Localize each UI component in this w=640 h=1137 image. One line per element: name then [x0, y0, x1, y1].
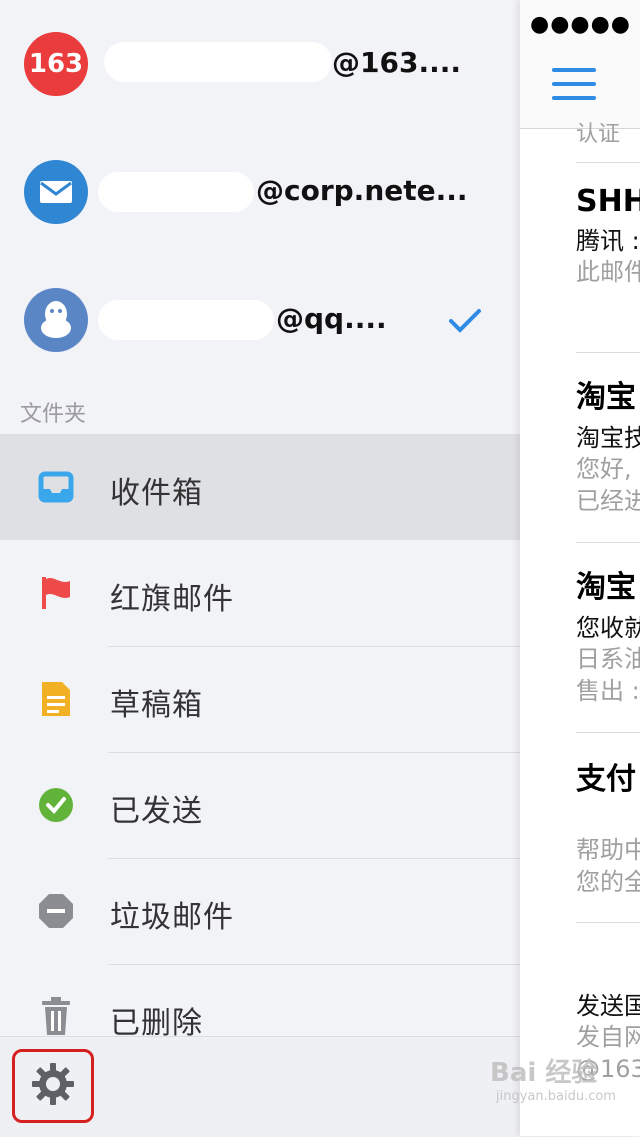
mail-subject: 发送国 — [576, 992, 640, 1020]
divider — [576, 732, 640, 733]
trash-icon — [38, 997, 74, 1035]
divider — [108, 964, 520, 965]
mail-preview: 您好, — [576, 455, 632, 483]
folder-label: 已发送 — [110, 794, 203, 829]
avatar-163: 163 — [24, 32, 88, 96]
account-row-corp[interactable]: @corp.nete... — [0, 128, 520, 256]
mail-sender: 淘宝 — [576, 570, 636, 605]
drawer-bottom-bar — [0, 1036, 520, 1137]
folder-sent[interactable]: 已发送 — [0, 752, 520, 858]
status-bar: ●●●●● 中国 — [530, 6, 640, 38]
redacted-username — [98, 300, 274, 340]
account-email: @corp.nete... — [256, 174, 468, 207]
mail-list-item[interactable]: 支付 帮助中 您的全 — [576, 754, 640, 898]
mail-subject — [576, 800, 640, 834]
mail-list-pane: ●●●●● 中国 认证 SHH 腾讯 : 此邮件 淘宝 淘宝技 您好, 已经进 … — [520, 0, 640, 1136]
folder-inbox[interactable]: 收件箱 — [0, 434, 520, 540]
side-drawer: 163 @163.... @corp.nete... @qq.... 文件夹 收… — [0, 0, 520, 1137]
folder-deleted[interactable]: 已删除 — [0, 966, 520, 1036]
settings-button[interactable] — [12, 1049, 94, 1123]
spam-icon — [38, 893, 74, 929]
folder-label: 红旗邮件 — [110, 582, 234, 617]
divider — [576, 352, 640, 353]
mail-preview: 日系油 — [576, 645, 640, 673]
folder-drafts[interactable]: 草稿箱 — [0, 646, 520, 752]
folders-section-label: 文件夹 — [20, 402, 87, 427]
mail-sender: 淘宝 — [576, 380, 636, 415]
folder-spam[interactable]: 垃圾邮件 — [0, 858, 520, 964]
mail-preview: 发自网 — [576, 1023, 640, 1051]
watermark-brand: Bai 经验 — [490, 1058, 598, 1088]
watermark-url: jingyan.baidu.com — [496, 1089, 616, 1104]
account-email: @163.... — [332, 46, 461, 79]
account-row-qq[interactable]: @qq.... — [0, 256, 520, 384]
baidu-jingyan-watermark: Bai 经验 jingyan.baidu.com — [490, 1052, 616, 1104]
folder-label: 收件箱 — [110, 476, 203, 511]
selected-check-icon — [448, 308, 482, 338]
mail-list-item[interactable]: SHH 腾讯 : 此邮件 — [576, 184, 640, 288]
avatar-163-label: 163 — [28, 49, 84, 79]
divider — [576, 922, 640, 923]
folder-flagged[interactable]: 红旗邮件 — [0, 540, 520, 646]
divider — [576, 162, 640, 163]
mail-sender: SHH — [576, 184, 640, 219]
mail-sender: 支付 — [576, 762, 636, 797]
mail-preview: 帮助中 — [576, 836, 640, 864]
folder-label: 已删除 — [110, 1006, 203, 1036]
mail-preview: 您的全 — [576, 868, 640, 896]
divider — [576, 542, 640, 543]
folder-label: 草稿箱 — [110, 688, 203, 723]
draft-document-icon — [38, 681, 74, 717]
mail-subject: 腾讯 : — [576, 227, 640, 255]
redacted-username — [98, 172, 254, 212]
mail-list-item[interactable]: 淘宝 您收就 日系油 售出 : — [576, 562, 640, 707]
sent-check-icon — [38, 787, 74, 823]
folder-label: 垃圾邮件 — [110, 900, 234, 935]
account-row-163[interactable]: 163 @163.... — [0, 0, 520, 128]
mail-subject: 您收就 — [576, 614, 640, 642]
gear-icon — [31, 1062, 75, 1110]
mail-preview: 售出 : — [576, 677, 640, 705]
mail-preview: 已经进 — [576, 487, 640, 515]
signal-strength: ●●●●● — [530, 12, 631, 37]
mail-preview: 此邮件 — [576, 258, 640, 286]
account-email: @qq.... — [276, 302, 387, 335]
envelope-icon — [24, 160, 88, 224]
mail-subject: 淘宝技 — [576, 424, 640, 452]
navigation-bar: ●●●●● 中国 — [520, 0, 640, 129]
red-flag-icon — [38, 575, 74, 611]
inbox-icon — [38, 469, 74, 505]
menu-hamburger-icon[interactable] — [552, 68, 596, 100]
redacted-username — [104, 42, 332, 82]
mail-list-item[interactable]: 淘宝 淘宝技 您好, 已经进 — [576, 372, 640, 517]
mail-preview-partial: 认证 — [576, 122, 621, 147]
qq-penguin-icon — [24, 288, 88, 352]
